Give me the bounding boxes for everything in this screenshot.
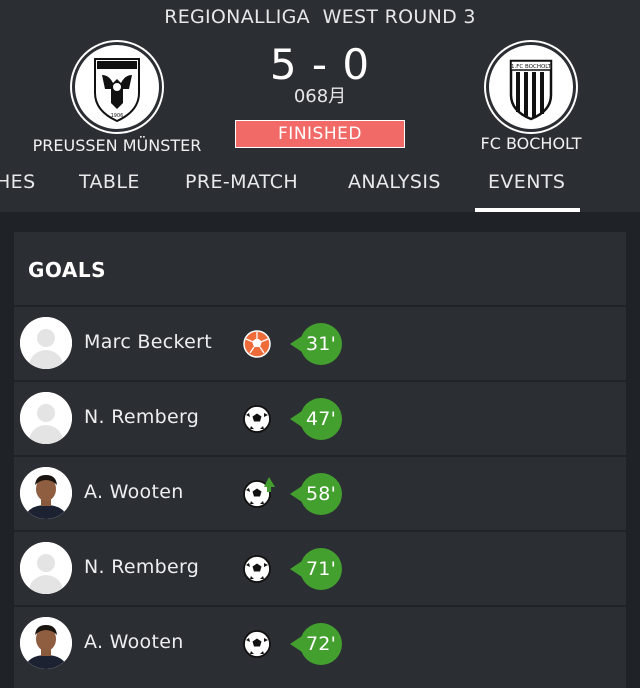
soccer-ball-icon [242,629,272,659]
player-name: Marc Beckert [84,331,212,353]
tab-analysis[interactable]: ANALYSIS [348,168,441,196]
player-name: A. Wooten [84,631,184,653]
round-title: REGIONALLIGA WEST ROUND 3 [164,6,476,28]
own-goal-ball-icon [242,329,272,359]
tab-matches[interactable]: HES [0,168,36,196]
home-team-name: PREUSSEN MÜNSTER [32,136,202,155]
goal-minute: 58' [306,483,336,505]
goal-minute-badge: 71' [290,548,342,590]
tab-bar: HES TABLE PRE-MATCH ANALYSIS EVENTS [0,168,640,212]
match-header: REGIONALLIGA WEST ROUND 3 1906 PREUSSEN … [0,0,640,212]
tab-table[interactable]: TABLE [79,168,140,196]
player-avatar-placeholder-icon [20,392,72,444]
soccer-ball-icon [242,404,272,434]
goals-card: GOALS Marc Beckert 31' N. Remberg 47' A.… [14,232,626,688]
svg-text:1906: 1906 [111,113,124,119]
goal-minute-badge: 72' [290,623,342,665]
goal-minute: 72' [306,633,336,655]
tab-pre-match[interactable]: PRE-MATCH [185,168,298,196]
home-team[interactable]: 1906 PREUSSEN MÜNSTER [17,42,217,156]
goal-minute: 47' [306,408,336,430]
goal-row[interactable]: A. Wooten 58' [14,455,626,530]
player-name: A. Wooten [84,481,184,503]
player-name: N. Remberg [84,406,200,428]
goal-row[interactable]: A. Wooten 72' [14,605,626,680]
status-badge: FINISHED [235,120,405,148]
player-avatar-photo-icon [20,617,72,669]
score-block: 5 - 0 068月 [220,40,420,106]
events-content: GOALS Marc Beckert 31' N. Remberg 47' A.… [0,212,640,688]
away-team[interactable]: 1.FC BOCHOLT FC BOCHOLT [431,42,631,154]
goal-row[interactable]: N. Remberg 47' [14,380,626,455]
away-team-name: FC BOCHOLT [480,134,582,153]
player-avatar-photo-icon [20,467,72,519]
player-name: N. Remberg [84,556,200,578]
soccer-ball-arrow-icon [242,477,275,509]
goal-minute: 31' [306,333,336,355]
svg-text:1.FC BOCHOLT: 1.FC BOCHOLT [511,64,552,70]
goal-minute-badge: 58' [290,473,342,515]
match-date: 068月 [293,86,347,107]
goal-minute-badge: 31' [290,323,342,365]
player-avatar-placeholder-icon [20,317,72,369]
preussen-munster-crest-icon: 1906 [72,42,162,132]
goal-minute-badge: 47' [290,398,342,440]
goals-title: GOALS [28,258,107,282]
player-avatar-placeholder-icon [20,542,72,594]
soccer-ball-icon [242,554,272,584]
goal-row[interactable]: Marc Beckert 31' [14,305,626,380]
tab-events[interactable]: EVENTS [488,168,565,196]
goal-minute: 71' [306,558,336,580]
fc-bocholt-crest-icon: 1.FC BOCHOLT [486,42,576,132]
goal-row[interactable]: N. Remberg 71' [14,530,626,605]
match-score: 5 - 0 [269,40,371,89]
